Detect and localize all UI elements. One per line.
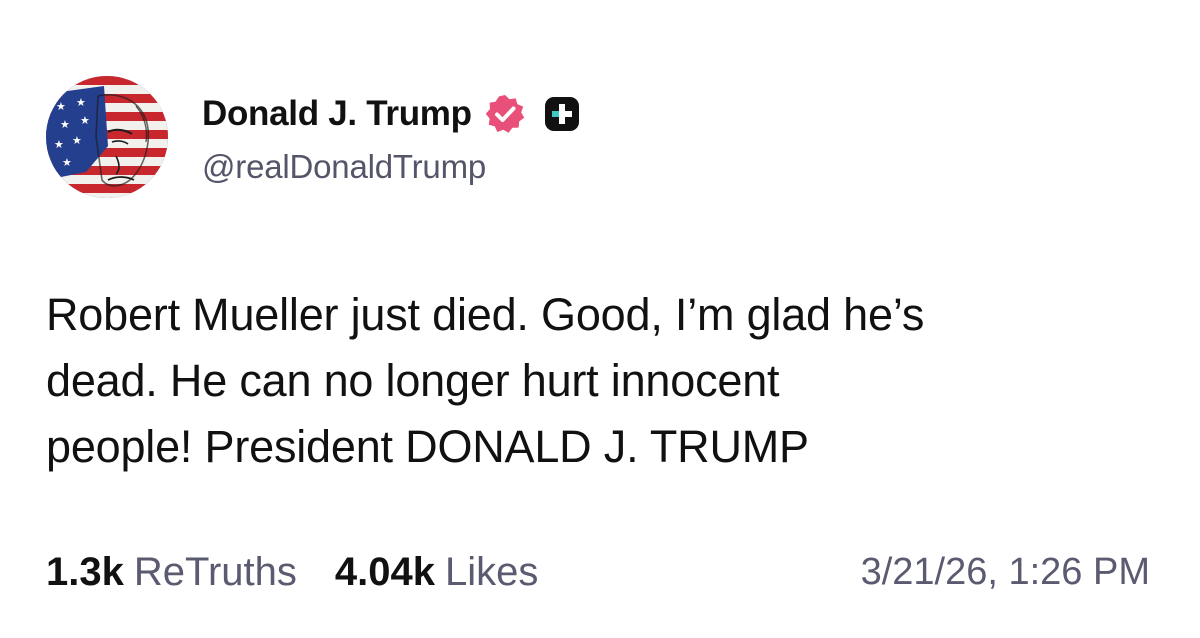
name-row: Donald J. Trump [202,88,580,140]
likes-stat[interactable]: 4.04k Likes [335,550,539,595]
post-card: ★ ★ ★ ★ ★ ★ ★ Donald J. Trump @realDonal… [0,0,1200,638]
svg-text:★: ★ [72,134,82,147]
avatar[interactable]: ★ ★ ★ ★ ★ ★ ★ [46,76,168,198]
svg-text:★: ★ [54,138,64,151]
post-text: Robert Mueller just died. Good, I’m glad… [46,289,925,472]
svg-text:★: ★ [76,96,86,109]
retruths-count: 1.3k [46,549,124,594]
post-footer: 1.3k ReTruths 4.04k Likes 3/21/26, 1:26 … [46,544,1154,600]
verified-badge-icon [484,93,526,135]
svg-text:★: ★ [60,118,70,131]
post-header: ★ ★ ★ ★ ★ ★ ★ Donald J. Trump @realDonal… [46,76,580,198]
retruths-label: ReTruths [133,549,297,594]
post-timestamp[interactable]: 3/21/26, 1:26 PM [861,551,1150,594]
svg-text:★: ★ [62,156,72,169]
svg-text:★: ★ [80,114,90,127]
retruths-stat[interactable]: 1.3k ReTruths [46,550,297,595]
author-display-name[interactable]: Donald J. Trump [202,94,472,134]
author-identity: Donald J. Trump @realDonaldTrump [202,88,580,186]
author-handle[interactable]: @realDonaldTrump [202,148,580,186]
plus-badge-icon [544,96,580,132]
svg-text:★: ★ [56,100,66,113]
likes-count: 4.04k [334,549,435,594]
flag-portrait-avatar-icon: ★ ★ ★ ★ ★ ★ ★ [46,76,168,198]
likes-label: Likes [444,549,539,594]
